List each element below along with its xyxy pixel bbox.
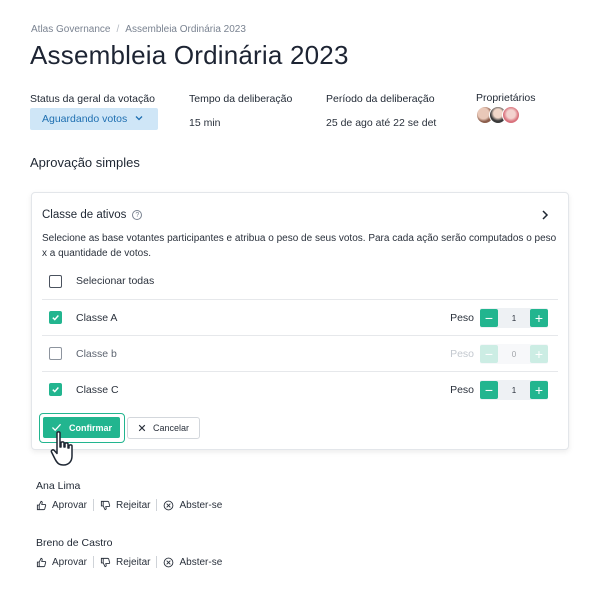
minus-button[interactable]: − (480, 381, 498, 399)
reject-label: Rejeitar (116, 499, 151, 511)
chevron-down-icon (135, 116, 143, 121)
thumbs-down-icon (100, 557, 111, 567)
section-title: Aprovação simples (30, 155, 140, 170)
status-value: Aguardando votos (42, 113, 128, 125)
thumbs-down-icon (100, 500, 111, 510)
weight-label: Peso (450, 383, 474, 396)
approve-button[interactable]: Aprovar (36, 557, 87, 568)
check-icon (52, 315, 59, 321)
abstain-button[interactable]: Abster-se (163, 557, 222, 568)
weight-label: Peso (450, 347, 474, 360)
status-label: Status da geral da votação (30, 93, 155, 105)
class-checkbox[interactable] (49, 311, 62, 324)
select-all-row[interactable]: Selecionar todas (42, 263, 558, 299)
reject-label: Rejeitar (116, 556, 151, 568)
chevron-right-icon[interactable] (540, 209, 550, 221)
breadcrumb-item-home[interactable]: Atlas Governance (31, 24, 111, 35)
select-all-checkbox[interactable] (49, 274, 62, 288)
abstain-button[interactable]: Abster-se (163, 500, 222, 511)
check-icon (52, 387, 59, 393)
avatar[interactable] (502, 106, 520, 124)
tempo-label: Tempo da deliberação (189, 93, 293, 105)
card-description: Selecione as base votantes participantes… (42, 233, 557, 259)
approve-button[interactable]: Aprovar (36, 500, 87, 511)
cancel-button[interactable]: Cancelar (127, 417, 200, 439)
card-title-text: Classe de ativos (42, 209, 127, 221)
class-checkbox[interactable] (49, 383, 62, 396)
breadcrumb-item-current: Assembleia Ordinária 2023 (125, 24, 246, 35)
weight-stepper: − 0 + (480, 344, 548, 364)
divider (93, 499, 95, 511)
close-icon (138, 424, 146, 432)
abstain-label: Abster-se (179, 556, 223, 568)
weight-value[interactable]: 1 (512, 386, 516, 395)
weight-label: Peso (450, 311, 474, 324)
class-row[interactable]: Classe b Peso − 0 + (42, 335, 558, 371)
class-label: Classe C (76, 383, 119, 396)
page-title: Assembleia Ordinária 2023 (30, 40, 349, 70)
card-title: Classe de ativos ? (42, 209, 143, 221)
voter-actions: Aprovar Rejeitar Abster-se (36, 556, 222, 568)
reject-button[interactable]: Rejeitar (100, 500, 150, 511)
proprietarios-meta: Proprietários (476, 92, 536, 104)
approve-label: Aprovar (52, 499, 88, 511)
minus-button: − (480, 345, 498, 363)
reject-button[interactable]: Rejeitar (100, 557, 150, 568)
periodo-meta: Período da deliberação 25 de ago até 22 … (326, 93, 436, 129)
minus-button[interactable]: − (480, 309, 498, 327)
thumbs-up-icon (36, 557, 47, 567)
weight-value[interactable]: 1 (512, 314, 516, 323)
abstain-label: Abster-se (179, 499, 223, 511)
tempo-meta: Tempo da deliberação 15 min (189, 93, 292, 129)
class-checkbox[interactable] (49, 347, 62, 360)
status-meta: Status da geral da votação (30, 93, 155, 105)
divider (156, 556, 158, 568)
divider (156, 499, 158, 511)
divider (93, 556, 95, 568)
hand-pointer-icon (50, 431, 73, 466)
status-dropdown[interactable]: Aguardando votos (30, 108, 158, 130)
class-row[interactable]: Classe A Peso − 1 + (42, 299, 558, 335)
select-all-label: Selecionar todas (76, 275, 155, 287)
weight-value: 0 (511, 349, 517, 359)
owner-avatars (476, 106, 520, 124)
proprietarios-label: Proprietários (476, 92, 536, 104)
thumbs-up-icon (36, 500, 47, 510)
breadcrumb-separator: / (116, 24, 120, 35)
class-label: Classe b (76, 347, 117, 360)
class-label: Classe A (76, 311, 118, 324)
plus-button: + (529, 345, 548, 363)
asset-class-card: Classe de ativos ? Selecione as base vot… (31, 192, 569, 450)
approve-label: Aprovar (52, 556, 88, 568)
voter-actions: Aprovar Rejeitar Abster-se (36, 499, 222, 511)
class-row[interactable]: Classe C Peso − 1 + (42, 371, 558, 407)
periodo-value: 25 de ago até 22 se det (326, 117, 437, 129)
abstain-x-circle-icon (164, 500, 174, 510)
cancel-label: Cancelar (152, 423, 190, 433)
weight-stepper[interactable]: − 1 + (480, 308, 548, 328)
plus-button[interactable]: + (529, 381, 548, 399)
plus-button[interactable]: + (529, 309, 548, 327)
abstain-x-circle-icon (164, 557, 174, 567)
voter-name: Ana Lima (36, 480, 81, 492)
help-icon[interactable]: ? (132, 210, 143, 220)
tempo-value: 15 min (189, 117, 221, 129)
breadcrumb: Atlas Governance / Assembleia Ordinária … (31, 24, 246, 35)
periodo-label: Período da deliberação (326, 93, 435, 105)
voter-name: Breno de Castro (36, 537, 113, 549)
weight-stepper[interactable]: − 1 + (480, 380, 548, 400)
